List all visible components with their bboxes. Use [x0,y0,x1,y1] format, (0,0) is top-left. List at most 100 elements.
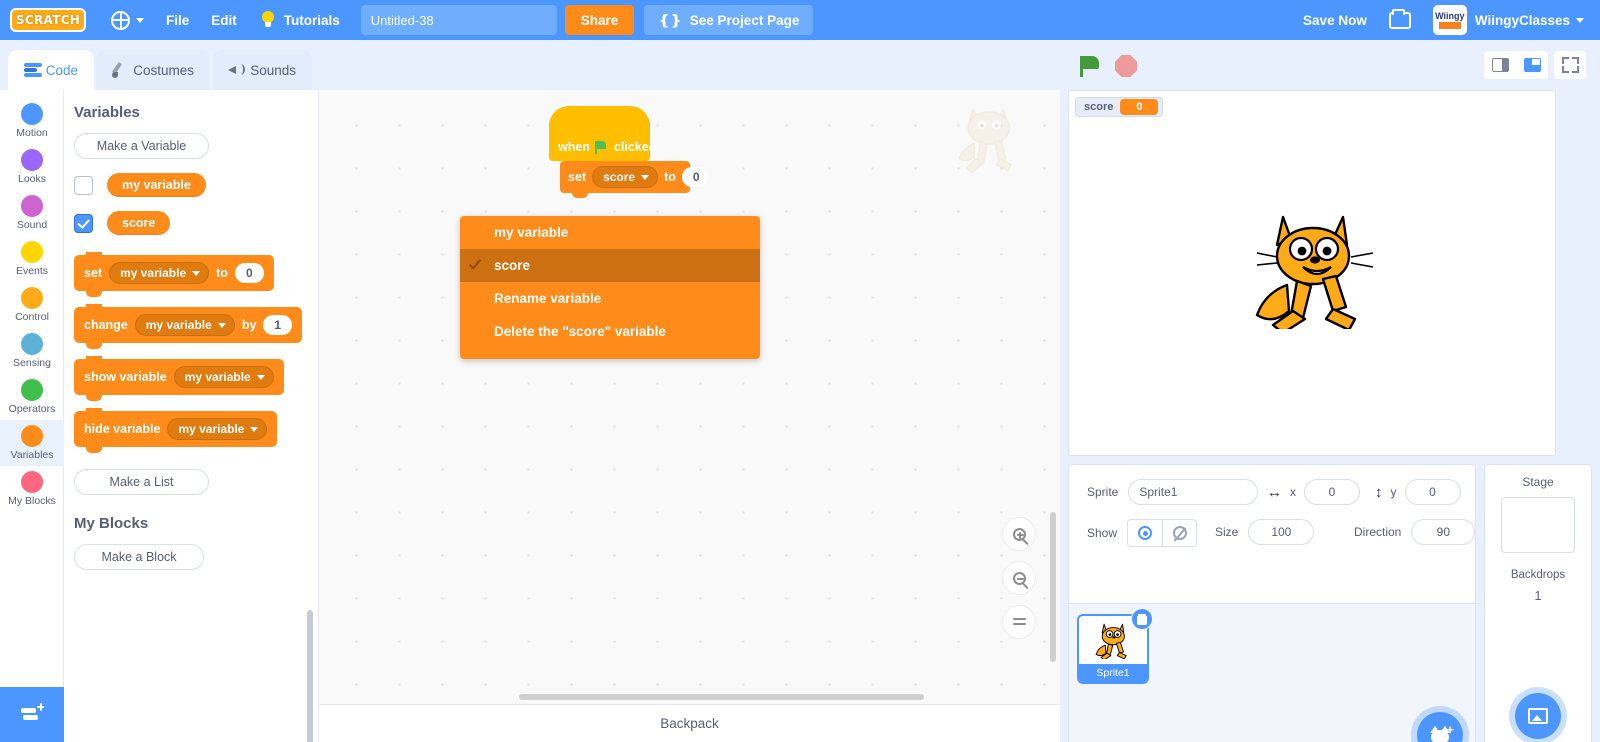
show-visible-button[interactable] [1128,520,1163,546]
category-sound[interactable]: Sound [0,190,64,236]
folder-icon [1388,8,1411,29]
set-block-value[interactable]: 0 [234,263,264,283]
tab-code[interactable]: Code [8,50,94,90]
sound-color-dot [21,195,43,217]
sprite-tile-label: Sprite1 [1079,664,1147,682]
x-input[interactable]: 0 [1304,479,1360,505]
y-input[interactable]: 0 [1404,479,1461,505]
backpack-bar[interactable]: Backpack [319,704,1060,742]
green-flag-button[interactable] [1078,54,1103,78]
menu-file[interactable]: File [155,0,200,40]
variable-reporter-score[interactable]: score [107,211,171,235]
menu-tutorials[interactable]: Tutorials [248,0,351,40]
small-stage-icon [1491,58,1509,72]
workspace-horizontal-scrollbar[interactable] [519,694,924,700]
delete-sprite-button[interactable] [1131,608,1153,630]
variable-reporter-my-variable[interactable]: my variable [107,173,206,197]
make-a-list-button[interactable]: Make a List [74,469,209,495]
direction-input[interactable]: 90 [1411,519,1476,545]
sprite-name-input[interactable]: Sprite1 [1128,479,1259,505]
variable-checkbox-my-variable[interactable] [74,175,93,195]
vertical-arrow-icon: ↕ [1375,483,1383,501]
scratch-logo[interactable]: SCRATCH [10,8,86,32]
speaker-icon [228,63,246,77]
dropdown-item-score[interactable]: score [460,249,760,282]
category-my-blocks[interactable]: My Blocks [0,466,64,512]
large-stage-button[interactable] [1516,51,1548,79]
stage-controls [1078,54,1137,78]
stop-button[interactable] [1115,55,1137,77]
block-palette[interactable]: Variables Make a Variable my variable sc… [64,90,319,742]
category-operators[interactable]: Operators [0,374,64,420]
tab-costumes[interactable]: Costumes [96,50,210,90]
stage-canvas[interactable]: score 0 [1068,90,1556,456]
script-stack[interactable]: when clicked set score to 0 [549,106,708,198]
see-project-page-button[interactable]: ❴❵ See Project Page [644,5,814,35]
palette-block-hide-variable[interactable]: hide variable my variable [74,408,278,453]
account-menu[interactable]: Wiingy WiingyClasses [1422,0,1600,40]
stage-selector-panel[interactable]: Stage Backdrops 1 [1484,464,1592,742]
variable-dropdown-menu[interactable]: my variable score Rename variable Delete… [460,216,760,359]
show-block-dropdown[interactable]: my variable [173,366,274,388]
set-block-dropdown[interactable]: my variable [109,262,210,284]
change-block-value[interactable]: 1 [263,315,293,335]
sprite-info-panel: Sprite Sprite1 ↔ x 0 ↕ y 0 Show Size 100… [1068,464,1476,604]
category-looks[interactable]: Looks [0,144,64,190]
category-sensing[interactable]: Sensing [0,328,64,374]
language-selector[interactable] [100,0,155,40]
category-operators-label: Operators [8,403,56,415]
code-workspace[interactable]: when clicked set score to 0 [319,90,1060,704]
stage-backdrop-thumbnail[interactable] [1501,497,1575,553]
category-motion[interactable]: Motion [0,98,64,144]
zoom-out-button[interactable] [1002,561,1036,595]
category-events-label: Events [15,265,49,277]
trash-icon [1137,613,1147,625]
palette-block-set-variable[interactable]: set my variable to 0 [74,252,274,297]
fullscreen-button[interactable] [1554,51,1586,79]
save-now-button[interactable]: Save Now [1292,0,1378,40]
dropdown-item-my-variable[interactable]: my variable [460,216,760,249]
share-button[interactable]: Share [564,5,635,35]
green-flag-icon [594,140,609,154]
block-when-flag-clicked[interactable]: when clicked [549,106,656,161]
add-backdrop-button[interactable] [1515,693,1561,739]
dropdown-item-delete-variable[interactable]: Delete the "score" variable [460,315,760,348]
category-variables[interactable]: Variables [0,420,64,466]
dropdown-item-rename-variable[interactable]: Rename variable [460,282,760,315]
make-a-variable-button[interactable]: Make a Variable [74,133,209,159]
my-stuff-button[interactable] [1378,0,1422,40]
zoom-reset-button[interactable] [1002,605,1036,639]
monitor-value: 0 [1120,99,1159,115]
palette-block-change-variable[interactable]: change my variable by 1 [74,304,303,349]
hide-block-dropdown[interactable]: my variable [167,418,268,440]
cat-sprite[interactable] [1247,211,1377,329]
size-input[interactable]: 100 [1248,519,1315,545]
looks-color-dot [21,149,43,171]
variable-checkbox-score[interactable] [74,213,93,233]
make-a-block-button[interactable]: Make a Block [74,544,204,570]
tab-sounds[interactable]: Sounds [212,50,312,90]
menu-edit[interactable]: Edit [200,0,248,40]
palette-scrollbar[interactable] [307,610,313,742]
set-block-word2: to [216,266,228,280]
add-sprite-button[interactable]: + [1417,712,1463,742]
sprite-size-row: Size 100 [1215,519,1315,545]
size-label: Size [1215,525,1239,539]
script-set-dropdown[interactable]: score [592,166,659,188]
block-set-score-to[interactable]: set score to 0 [560,161,708,198]
zoom-in-button[interactable] [1002,517,1036,551]
backdrops-label: Backdrops [1510,569,1566,581]
small-stage-button[interactable] [1484,51,1516,79]
palette-block-show-variable[interactable]: show variable my variable [74,356,284,401]
workspace-vertical-scrollbar[interactable] [1050,512,1056,662]
category-control[interactable]: Control [0,282,64,328]
events-color-dot [21,241,43,263]
change-block-dropdown[interactable]: my variable [134,314,235,336]
script-set-value[interactable]: 0 [681,167,708,187]
show-hidden-button[interactable] [1162,520,1197,546]
project-title-input[interactable] [360,5,557,35]
variable-monitor-score[interactable]: score 0 [1075,97,1164,117]
add-extension-button[interactable] [0,687,64,742]
cat-thumbnail-icon [1095,623,1127,659]
category-events[interactable]: Events [0,236,64,282]
